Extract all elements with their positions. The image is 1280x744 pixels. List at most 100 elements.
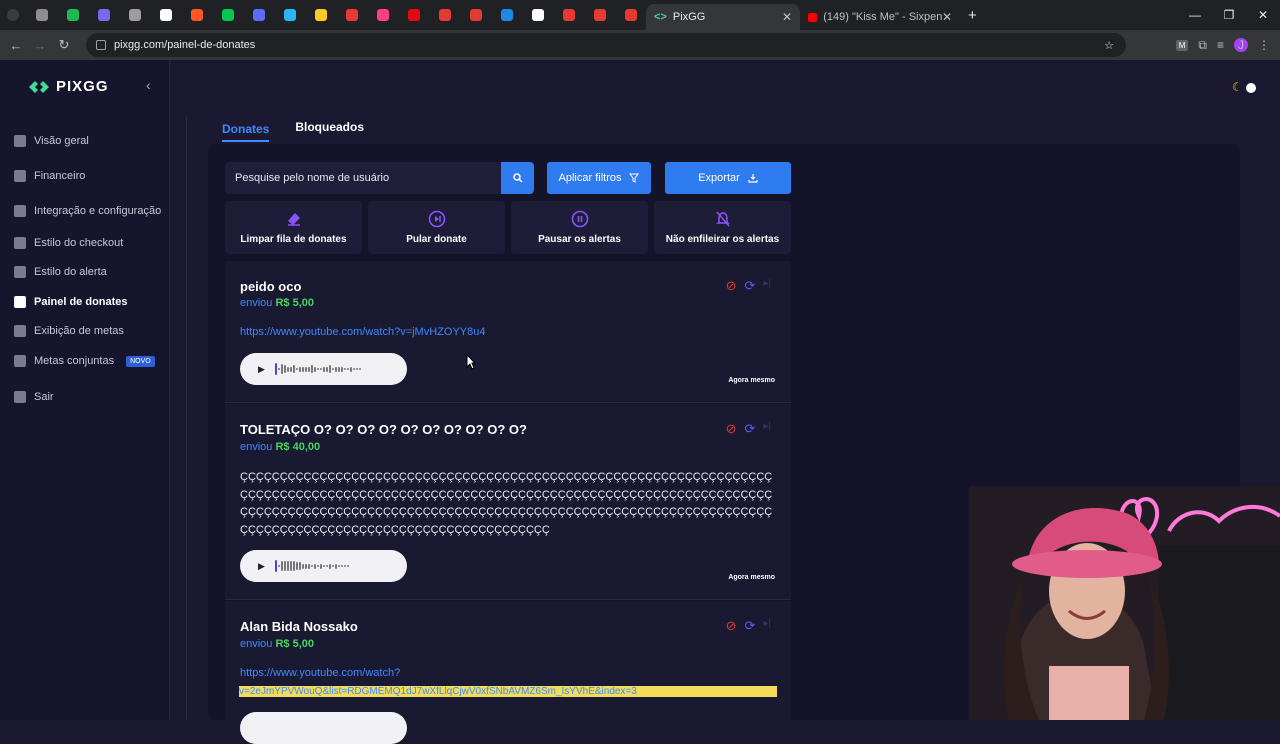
block-icon[interactable]: ⊘ bbox=[726, 618, 737, 634]
pinned-tab[interactable] bbox=[367, 0, 398, 30]
action-card[interactable]: Limpar fila de donates bbox=[225, 201, 362, 254]
browser-menu-icon[interactable]: ⋮ bbox=[1258, 38, 1270, 52]
pinned-tab-favicon-icon bbox=[438, 9, 451, 21]
search-button[interactable] bbox=[501, 162, 534, 194]
pinned-tab[interactable] bbox=[398, 0, 429, 30]
profile-avatar[interactable]: J bbox=[1234, 38, 1248, 52]
tab-search-button[interactable] bbox=[0, 0, 26, 30]
pixgg-logo[interactable]: PIXGG bbox=[28, 78, 109, 95]
replay-icon[interactable]: ⟳ bbox=[744, 618, 755, 634]
skip-icon[interactable]: ▸| bbox=[763, 278, 771, 294]
skip-icon bbox=[428, 210, 446, 231]
waveform-bar bbox=[301, 563, 304, 569]
sidebar-item[interactable]: Visão geral bbox=[14, 135, 89, 147]
play-icon[interactable]: ▶ bbox=[258, 561, 265, 572]
pinned-tab[interactable] bbox=[212, 0, 243, 30]
tab-blocked[interactable]: Bloqueados bbox=[295, 120, 364, 142]
skip-icon[interactable]: ▸| bbox=[763, 421, 771, 437]
sidebar-item[interactable]: Painel de donates bbox=[14, 296, 128, 308]
sidebar-item[interactable]: Financeiro bbox=[14, 170, 85, 182]
forward-icon[interactable]: → bbox=[28, 38, 52, 53]
pinned-tab[interactable] bbox=[460, 0, 491, 30]
pinned-tab[interactable] bbox=[26, 0, 57, 30]
pixgg-logo-icon bbox=[29, 80, 49, 93]
waveform-bar bbox=[292, 365, 295, 373]
apply-filters-label: Aplicar filtros bbox=[558, 172, 622, 184]
block-icon[interactable]: ⊘ bbox=[726, 421, 737, 437]
sidebar-item[interactable]: Exibição de metas bbox=[14, 325, 124, 337]
close-icon[interactable]: ✕ bbox=[942, 10, 952, 24]
pinned-tab[interactable] bbox=[57, 0, 88, 30]
close-window-icon[interactable]: ✕ bbox=[1246, 8, 1280, 22]
sidebar-item[interactable]: Estilo do checkout bbox=[14, 237, 123, 249]
export-button[interactable]: Exportar bbox=[665, 162, 791, 194]
pinned-tab[interactable] bbox=[181, 0, 212, 30]
action-card[interactable]: Pausar os alertas bbox=[511, 201, 648, 254]
pinned-tab[interactable] bbox=[119, 0, 150, 30]
minimize-icon[interactable]: — bbox=[1178, 8, 1212, 22]
theme-toggle-icon[interactable]: ☾ bbox=[1232, 80, 1256, 94]
waveform-bar bbox=[328, 365, 331, 373]
action-card[interactable]: Pular donate bbox=[368, 201, 505, 254]
donate-item: Alan Bida Nossako enviou R$ 5,00 ⊘ ⟳ ▸| … bbox=[225, 601, 791, 744]
audio-waveform[interactable] bbox=[274, 560, 349, 572]
eraser-icon bbox=[285, 210, 303, 231]
pinned-tab[interactable] bbox=[615, 0, 646, 30]
tab-donates[interactable]: Donates bbox=[222, 122, 270, 142]
replay-icon[interactable]: ⟳ bbox=[744, 278, 755, 294]
sidebar-item-label: Integração e configuração bbox=[34, 205, 162, 217]
pinned-tab[interactable] bbox=[584, 0, 615, 30]
donate-amount: R$ 40,00 bbox=[275, 441, 321, 453]
pinned-tab[interactable] bbox=[305, 0, 336, 30]
url-field[interactable]: pixgg.com/painel-de-donates ☆ bbox=[86, 33, 1126, 57]
sidebar-item[interactable]: Estilo do alerta bbox=[14, 266, 107, 278]
close-icon[interactable]: ✕ bbox=[782, 10, 792, 24]
brand-name: PIXGG bbox=[56, 78, 109, 95]
pinned-tab[interactable] bbox=[274, 0, 305, 30]
bookmark-star-icon[interactable]: ☆ bbox=[1104, 39, 1114, 52]
new-tab-icon[interactable]: + bbox=[968, 7, 977, 24]
extensions-puzzle-icon[interactable]: ⧉ bbox=[1198, 38, 1207, 53]
pinned-tab[interactable] bbox=[491, 0, 522, 30]
media-control-icon[interactable]: ≡ bbox=[1217, 38, 1224, 52]
pinned-tab[interactable] bbox=[243, 0, 274, 30]
pinned-tab[interactable] bbox=[150, 0, 181, 30]
sidebar-item[interactable]: Sair bbox=[14, 391, 54, 403]
tab-youtube[interactable]: (149) "Kiss Me" - Sixpence Non ✕ bbox=[800, 4, 960, 30]
collapse-sidebar-icon[interactable]: ‹ bbox=[146, 77, 151, 93]
youtube-link[interactable]: https://www.youtube.com/watch? bbox=[240, 667, 400, 679]
extension-m-icon[interactable]: M bbox=[1175, 39, 1189, 51]
pinned-tab[interactable] bbox=[88, 0, 119, 30]
youtube-link-highlighted[interactable]: v=2eJmYPVWouQ&list=RDGMEMQ1dJ7wXfLlqCjwV… bbox=[239, 686, 777, 697]
browser-tab-bar: <> PixGG ✕ (149) "Kiss Me" - Sixpence No… bbox=[0, 0, 1280, 30]
waveform-bar bbox=[280, 364, 283, 374]
search-input[interactable] bbox=[225, 162, 501, 194]
waveform-bar bbox=[313, 563, 316, 569]
pinned-tab[interactable] bbox=[522, 0, 553, 30]
play-icon[interactable]: ▶ bbox=[258, 364, 265, 375]
youtube-link[interactable]: https://www.youtube.com/watch?v=jMvHZOYY… bbox=[240, 326, 485, 338]
replay-icon[interactable]: ⟳ bbox=[744, 421, 755, 437]
back-icon[interactable]: ← bbox=[4, 38, 28, 53]
site-info-icon[interactable] bbox=[96, 40, 106, 50]
pinned-tab[interactable] bbox=[336, 0, 367, 30]
pinned-tab-favicon-icon bbox=[469, 9, 482, 21]
sidebar-item[interactable]: Metas conjuntas NOVO bbox=[14, 355, 155, 367]
playhead bbox=[274, 363, 277, 375]
audio-waveform[interactable] bbox=[274, 363, 361, 375]
pinned-tab[interactable] bbox=[553, 0, 584, 30]
waveform-bar bbox=[295, 562, 298, 570]
audio-player: ▶ bbox=[240, 353, 407, 385]
pinned-tab[interactable] bbox=[429, 0, 460, 30]
skip-icon[interactable]: ▸| bbox=[763, 618, 771, 634]
reload-icon[interactable]: ↻ bbox=[52, 37, 76, 53]
apply-filters-button[interactable]: Aplicar filtros bbox=[547, 162, 651, 194]
action-card[interactable]: Não enfileirar os alertas bbox=[654, 201, 791, 254]
waveform-bar bbox=[328, 563, 331, 569]
block-icon[interactable]: ⊘ bbox=[726, 278, 737, 294]
restore-icon[interactable]: ❐ bbox=[1212, 8, 1246, 22]
waveform-bar bbox=[352, 367, 355, 371]
tab-pixgg[interactable]: <> PixGG ✕ bbox=[646, 4, 800, 30]
search-icon bbox=[512, 173, 523, 183]
sidebar-item[interactable]: Integração e configuração bbox=[14, 205, 161, 217]
